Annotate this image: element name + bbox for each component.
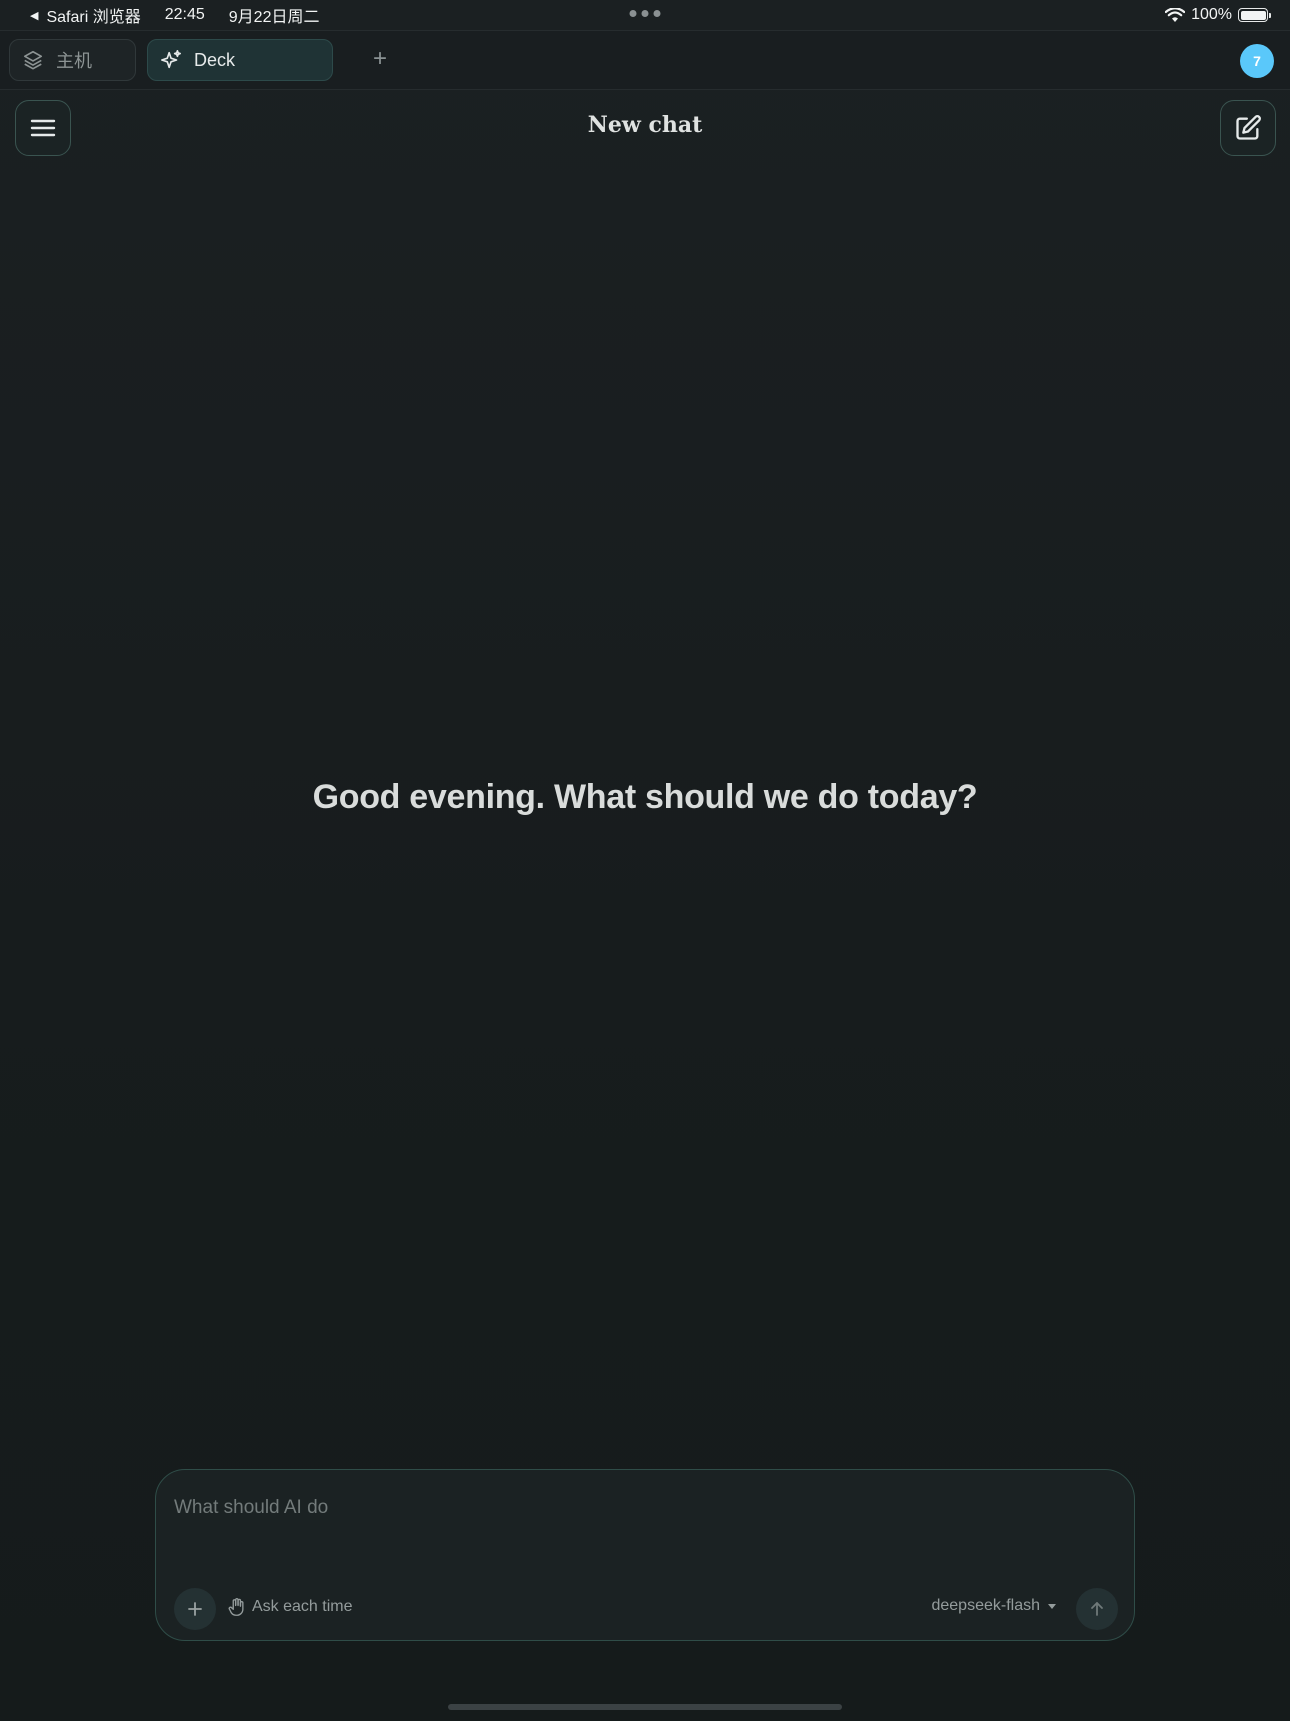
- avatar-badge: 7: [1253, 53, 1261, 69]
- model-name: deepseek-flash: [931, 1597, 1040, 1614]
- home-indicator[interactable]: [448, 1704, 842, 1710]
- tab-deck-label: Deck: [194, 49, 236, 70]
- composer: Ask each time deepseek-flash: [155, 1469, 1135, 1641]
- permission-label: Ask each time: [252, 1598, 353, 1615]
- new-tab-button[interactable]: +: [366, 45, 394, 73]
- tab-deck[interactable]: Deck: [147, 39, 333, 81]
- avatar[interactable]: 7: [1240, 44, 1274, 78]
- back-triangle-icon[interactable]: ◀: [30, 9, 38, 22]
- page-title: New chat: [587, 112, 703, 138]
- prompt-input[interactable]: [174, 1488, 1074, 1528]
- edit-icon: [1236, 115, 1261, 140]
- status-left: ◀ Safari 浏览器 22:45 9月22日周二: [30, 3, 319, 27]
- tab-host-label: 主机: [56, 51, 92, 71]
- multitasking-dots-icon[interactable]: [629, 10, 661, 17]
- plus-icon: [188, 1602, 202, 1616]
- layers-icon: [23, 50, 43, 70]
- permission-toggle[interactable]: Ask each time: [228, 1597, 352, 1617]
- new-chat-button[interactable]: [1220, 100, 1276, 156]
- hand-icon: [228, 1598, 244, 1616]
- battery-icon: [1238, 8, 1271, 22]
- model-selector[interactable]: deepseek-flash: [931, 1597, 1056, 1615]
- status-bar: ◀ Safari 浏览器 22:45 9月22日周二 100%: [0, 0, 1290, 30]
- tab-bar: 主机 Deck + 7: [0, 30, 1290, 90]
- battery-percent: 100%: [1191, 6, 1232, 23]
- tab-host[interactable]: 主机: [9, 39, 136, 81]
- send-button[interactable]: [1076, 1588, 1118, 1630]
- caret-down-icon: [1048, 1603, 1056, 1609]
- greeting-text: Good evening. What should we do today?: [312, 778, 978, 816]
- back-app-label[interactable]: Safari 浏览器: [46, 3, 140, 27]
- status-time: 22:45: [164, 6, 205, 23]
- status-date: 9月22日周二: [228, 9, 320, 26]
- status-right: 100%: [1165, 6, 1271, 24]
- wifi-icon: [1165, 7, 1186, 22]
- attach-button[interactable]: [174, 1588, 216, 1630]
- arrow-up-icon: [1091, 1602, 1103, 1616]
- sparkle-icon: [161, 50, 181, 69]
